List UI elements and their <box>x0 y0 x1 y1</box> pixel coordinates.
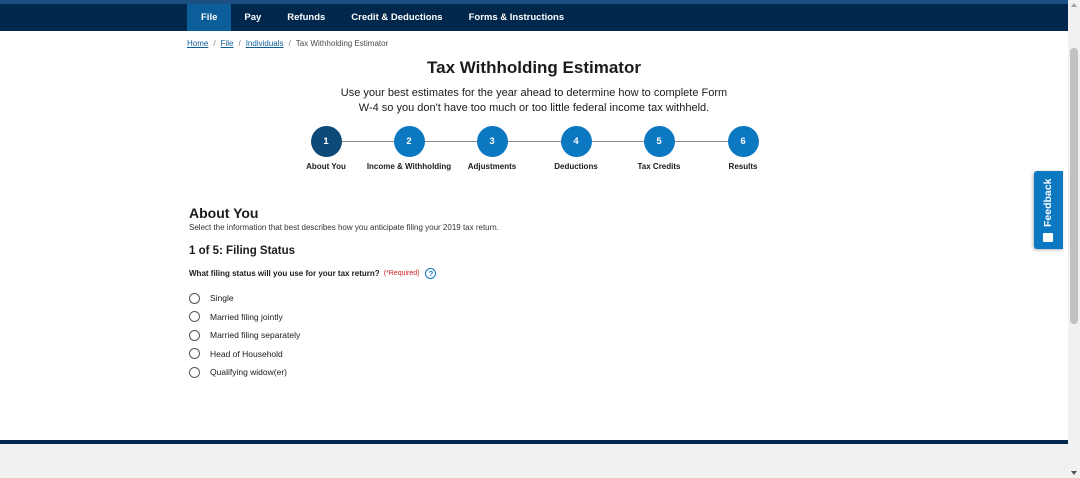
page-intro: Use your best estimates for the year ahe… <box>340 87 728 114</box>
page-scrollbar[interactable] <box>1068 0 1080 478</box>
option-label: Married filing separately <box>210 330 301 341</box>
radio-button[interactable] <box>189 292 200 304</box>
step-number-circle: 5 <box>643 126 675 157</box>
nav-item-file[interactable]: File <box>187 4 232 31</box>
option-label: Qualifying widow(er) <box>210 367 287 378</box>
scrollbar-thumb[interactable] <box>1070 48 1078 324</box>
radio-button[interactable] <box>189 329 200 341</box>
step-tax-credits[interactable]: 5 Tax Credits <box>614 126 704 171</box>
step-label: Adjustments <box>467 162 517 171</box>
option-married-jointly[interactable]: Married filing jointly <box>189 308 300 327</box>
main-nav: File Pay Refunds Credit & Deductions For… <box>187 4 577 31</box>
option-qualifying-widower[interactable]: Qualifying widow(er) <box>189 363 300 382</box>
option-label: Married filing jointly <box>210 311 283 322</box>
filing-status-options: Single Married filing jointly Married fi… <box>189 289 300 382</box>
breadcrumb-separator: / <box>288 39 291 48</box>
nav-item-forms-instructions[interactable]: Forms & Instructions <box>456 4 578 31</box>
step-deductions[interactable]: 4 Deductions <box>531 126 621 171</box>
radio-button[interactable] <box>189 311 200 323</box>
step-results[interactable]: 6 Results <box>698 126 788 171</box>
section-description: Select the information that best describ… <box>189 223 499 232</box>
option-head-of-household[interactable]: Head of Household <box>189 345 300 364</box>
step-number-circle: 2 <box>393 126 425 157</box>
step-label: About You <box>306 162 346 171</box>
step-income-withholding[interactable]: 2 Income & Withholding <box>364 126 454 171</box>
radio-button[interactable] <box>189 348 200 360</box>
feedback-tab[interactable]: Feedback <box>1034 171 1063 249</box>
page-title: Tax Withholding Estimator <box>427 58 641 77</box>
option-married-separately[interactable]: Married filing separately <box>189 326 300 345</box>
option-single[interactable]: Single <box>189 289 300 308</box>
step-number-circle: 1 <box>310 126 342 157</box>
scroll-down-arrow-icon[interactable] <box>1071 471 1077 475</box>
scroll-up-arrow-icon[interactable] <box>1071 3 1077 7</box>
step-number-circle: 6 <box>727 126 759 157</box>
feedback-label: Feedback <box>1042 178 1054 228</box>
breadcrumb-current: Tax Withholding Estimator <box>295 39 389 48</box>
speech-bubble-icon <box>1043 233 1053 242</box>
nav-item-credits-deductions[interactable]: Credit & Deductions <box>338 4 455 31</box>
breadcrumb-file[interactable]: File <box>221 39 234 48</box>
question-text: What filing status will you use for your… <box>189 269 380 278</box>
step-subtitle: 1 of 5: Filing Status <box>189 245 296 257</box>
step-number-circle: 4 <box>560 126 592 157</box>
footer <box>0 444 1068 478</box>
radio-button[interactable] <box>189 366 200 378</box>
step-label: Income & Withholding <box>366 162 452 171</box>
step-number-circle: 3 <box>476 126 508 157</box>
step-label: Deductions <box>554 162 598 171</box>
step-label: Tax Credits <box>637 162 681 171</box>
section-title: About You <box>189 205 259 221</box>
breadcrumb-separator: / <box>213 39 216 48</box>
step-about-you[interactable]: 1 About You <box>281 126 371 171</box>
top-navigation-bar: File Pay Refunds Credit & Deductions For… <box>0 0 1068 31</box>
breadcrumb: Home / File / Individuals / Tax Withhold… <box>187 39 388 48</box>
progress-stepper: 1 About You 2 Income & Withholding 3 Adj… <box>290 126 778 176</box>
breadcrumb-individuals[interactable]: Individuals <box>246 39 284 48</box>
option-label: Head of Household <box>210 348 283 359</box>
nav-item-pay[interactable]: Pay <box>231 4 274 31</box>
step-adjustments[interactable]: 3 Adjustments <box>447 126 537 171</box>
option-label: Single <box>210 293 234 304</box>
nav-item-refunds[interactable]: Refunds <box>274 4 338 31</box>
required-marker: (*Required) <box>383 270 420 277</box>
step-label: Results <box>728 162 758 171</box>
help-icon[interactable]: ? <box>425 268 437 279</box>
breadcrumb-separator: / <box>238 39 241 48</box>
breadcrumb-home[interactable]: Home <box>187 39 208 48</box>
filing-status-question: What filing status will you use for your… <box>189 268 437 279</box>
